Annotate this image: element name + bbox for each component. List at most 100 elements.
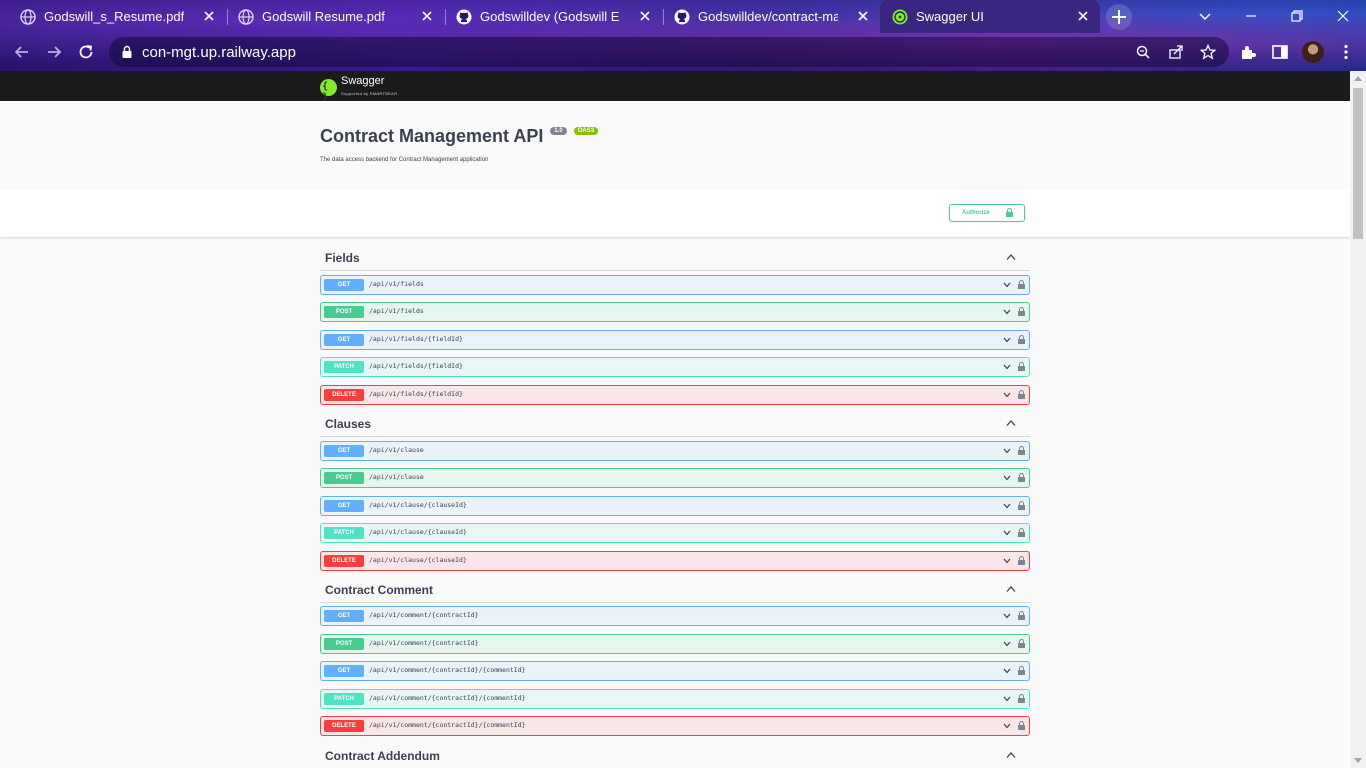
- operation-post[interactable]: POST/api/v1/clause: [320, 468, 1030, 488]
- endpoint-path: /api/v1/clause: [369, 446, 424, 454]
- forward-arrow-icon[interactable]: [44, 42, 64, 62]
- logo-text: Swagger Supported by SMARTBEAR: [341, 76, 397, 99]
- close-icon[interactable]: [638, 9, 652, 23]
- chevron-up-icon[interactable]: [1006, 751, 1016, 759]
- chevron-up-icon[interactable]: [1006, 585, 1016, 593]
- scheme-container: Authorize: [0, 189, 1350, 237]
- lock-icon[interactable]: [1018, 556, 1025, 565]
- operation-post[interactable]: POST/api/v1/fields: [320, 302, 1030, 322]
- chevron-down-icon[interactable]: [1003, 558, 1011, 564]
- section-fields[interactable]: Fields: [320, 245, 1030, 271]
- lock-icon[interactable]: [1018, 639, 1025, 648]
- chevron-down-icon[interactable]: [1003, 723, 1011, 729]
- chevron-down-icon[interactable]: [1003, 282, 1011, 288]
- lock-icon[interactable]: [1018, 666, 1025, 675]
- globe-icon: [20, 8, 36, 25]
- chevron-down-icon[interactable]: [1003, 475, 1011, 481]
- chevron-up-icon[interactable]: [1006, 419, 1016, 427]
- operation-get[interactable]: GET/api/v1/fields/{fieldId}: [320, 330, 1030, 350]
- lock-icon[interactable]: [1018, 362, 1025, 371]
- operation-get[interactable]: GET/api/v1/clause/{clauseId}: [320, 496, 1030, 516]
- tab-github-profile[interactable]: Godswilldev (Godswill Edet): [436, 0, 662, 33]
- lock-icon[interactable]: [1018, 473, 1025, 482]
- profile-avatar[interactable]: [1302, 41, 1324, 63]
- tab-resume-pdf[interactable]: Godswill_s_Resume.pdf: [0, 0, 226, 33]
- section-clauses[interactable]: Clauses: [320, 411, 1030, 437]
- scroll-thumb[interactable]: [1353, 88, 1363, 239]
- share-icon[interactable]: [1168, 44, 1184, 60]
- lock-icon[interactable]: [1018, 501, 1025, 510]
- tab-strip: Godswill_s_Resume.pdf Godswill Resume.pd…: [0, 0, 1366, 33]
- reload-icon[interactable]: [76, 42, 96, 62]
- operation-delete[interactable]: DELETE/api/v1/clause/{clauseId}: [320, 551, 1030, 571]
- lock-icon[interactable]: [1018, 390, 1025, 399]
- scroll-up-arrow-icon[interactable]: [1354, 76, 1362, 81]
- scroll-down-arrow-icon[interactable]: [1354, 758, 1362, 763]
- endpoint-path: /api/v1/comment/{contractId}/{commentId}: [369, 666, 526, 674]
- close-icon[interactable]: [420, 9, 434, 23]
- menu-icon[interactable]: [1337, 43, 1355, 61]
- lock-icon[interactable]: [1018, 528, 1025, 537]
- lock-icon[interactable]: [119, 44, 135, 60]
- minimize-icon[interactable]: [1243, 8, 1259, 24]
- chevron-down-icon[interactable]: [1003, 668, 1011, 674]
- zoom-icon[interactable]: [1135, 44, 1151, 60]
- browser-chrome: Godswill_s_Resume.pdf Godswill Resume.pd…: [0, 0, 1366, 71]
- chevron-down-icon[interactable]: [1003, 696, 1011, 702]
- tab-resume-pdf-2[interactable]: Godswill Resume.pdf: [218, 0, 444, 33]
- address-bar[interactable]: con-mgt.up.railway.app: [109, 37, 1229, 67]
- operation-get[interactable]: GET/api/v1/fields: [320, 275, 1030, 295]
- method-badge: POST: [324, 638, 364, 650]
- restore-icon[interactable]: [1289, 8, 1305, 24]
- lock-icon[interactable]: [1018, 721, 1025, 730]
- close-icon[interactable]: [856, 9, 870, 23]
- lock-icon[interactable]: [1018, 280, 1025, 289]
- operation-delete[interactable]: DELETE/api/v1/comment/{contractId}/{comm…: [320, 716, 1030, 736]
- operation-patch[interactable]: PATCH/api/v1/fields/{fieldId}: [320, 357, 1030, 377]
- chevron-down-icon[interactable]: [1003, 503, 1011, 509]
- side-panel-icon[interactable]: [1271, 43, 1289, 61]
- tab-title: Godswill Resume.pdf: [262, 9, 385, 24]
- window-close-icon[interactable]: [1335, 8, 1351, 24]
- chevron-up-icon[interactable]: [1006, 253, 1016, 261]
- lock-icon[interactable]: [1018, 335, 1025, 344]
- authorize-button[interactable]: Authorize: [949, 204, 1025, 222]
- lock-icon[interactable]: [1018, 611, 1025, 620]
- url-text[interactable]: con-mgt.up.railway.app: [142, 44, 296, 61]
- tab-search-chevron-icon[interactable]: [1197, 8, 1213, 24]
- chevron-down-icon[interactable]: [1003, 364, 1011, 370]
- lock-icon[interactable]: [1018, 446, 1025, 455]
- section-contract-comment[interactable]: Contract Comment: [320, 577, 1030, 603]
- close-icon[interactable]: [202, 9, 216, 23]
- back-arrow-icon[interactable]: [12, 42, 32, 62]
- new-tab-button[interactable]: [1106, 4, 1132, 30]
- operation-get[interactable]: GET/api/v1/clause: [320, 441, 1030, 461]
- tab-title: Godswilldev (Godswill Edet): [480, 9, 620, 24]
- chevron-down-icon[interactable]: [1003, 530, 1011, 536]
- lock-icon[interactable]: [1018, 307, 1025, 316]
- endpoint-path: /api/v1/clause/{clauseId}: [369, 556, 467, 564]
- operation-patch[interactable]: PATCH/api/v1/comment/{contractId}/{comme…: [320, 689, 1030, 709]
- chevron-down-icon[interactable]: [1003, 613, 1011, 619]
- chevron-down-icon[interactable]: [1003, 392, 1011, 398]
- close-icon[interactable]: [1076, 9, 1090, 23]
- swagger-logo[interactable]: Swagger Supported by SMARTBEAR: [320, 76, 397, 103]
- chevron-down-icon[interactable]: [1003, 309, 1011, 315]
- tab-swagger-ui[interactable]: Swagger UI: [880, 0, 1100, 33]
- operation-patch[interactable]: PATCH/api/v1/clause/{clauseId}: [320, 523, 1030, 543]
- chevron-down-icon[interactable]: [1003, 641, 1011, 647]
- operation-delete[interactable]: DELETE/api/v1/fields/{fieldId}: [320, 385, 1030, 405]
- github-icon: [674, 9, 690, 24]
- section-contract-addendum[interactable]: Contract Addendum: [320, 743, 1030, 768]
- lock-icon[interactable]: [1018, 694, 1025, 703]
- operation-get[interactable]: GET/api/v1/comment/{contractId}: [320, 606, 1030, 626]
- operation-post[interactable]: POST/api/v1/comment/{contractId}: [320, 634, 1030, 654]
- tab-github-repo[interactable]: Godswilldev/contract-manag: [654, 0, 880, 33]
- star-icon[interactable]: [1200, 44, 1216, 60]
- section-title: Contract Addendum: [325, 749, 440, 763]
- chevron-down-icon[interactable]: [1003, 337, 1011, 343]
- page-scrollbar[interactable]: [1350, 71, 1366, 768]
- operation-get[interactable]: GET/api/v1/comment/{contractId}/{comment…: [320, 661, 1030, 681]
- chevron-down-icon[interactable]: [1003, 448, 1011, 454]
- extensions-icon[interactable]: [1239, 43, 1257, 61]
